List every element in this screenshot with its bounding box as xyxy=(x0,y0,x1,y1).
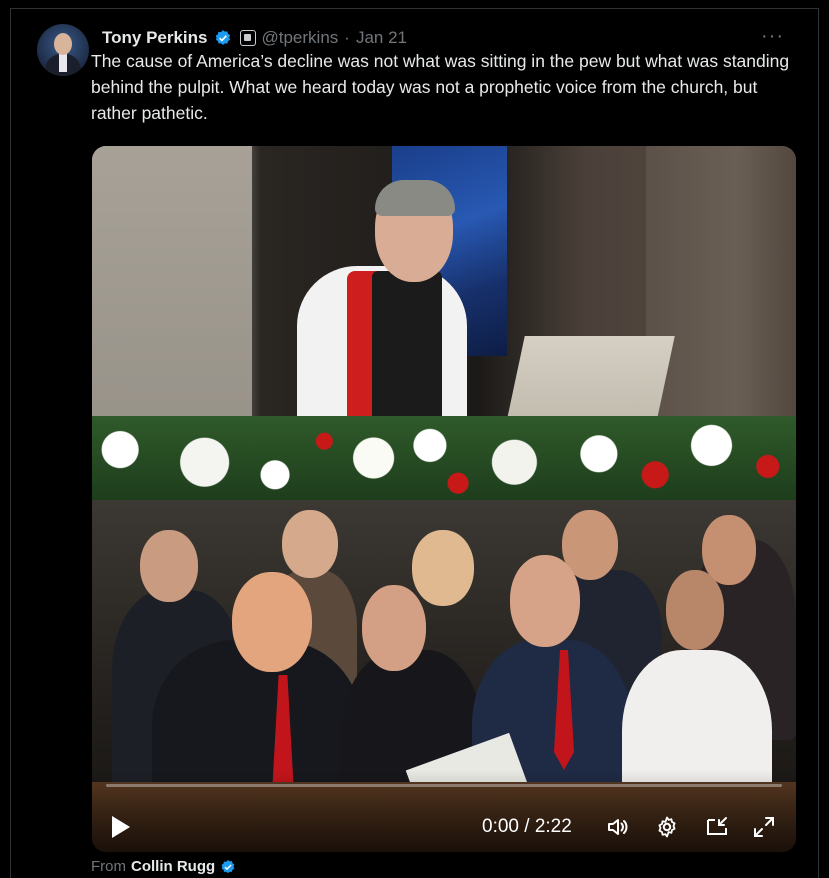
verified-badge-icon xyxy=(215,30,230,45)
avatar[interactable] xyxy=(37,24,89,76)
progress-bar[interactable] xyxy=(106,784,782,787)
video-player[interactable]: 0:00 / 2:22 xyxy=(92,146,796,852)
attendee-head xyxy=(362,585,426,671)
source-prefix: From xyxy=(91,858,126,875)
time-display: 0:00 / 2:22 xyxy=(482,816,572,837)
more-options-button[interactable]: ··· xyxy=(761,25,784,48)
verified-badge-icon xyxy=(221,859,235,873)
source-author[interactable]: Collin Rugg xyxy=(131,858,215,875)
video-controls: 0:00 / 2:22 xyxy=(92,770,796,852)
video-frame-top xyxy=(92,146,796,500)
vance-head xyxy=(510,555,580,647)
picture-in-picture-icon[interactable] xyxy=(705,815,729,839)
attendee-head xyxy=(666,570,724,650)
tweet-header: Tony Perkins @tperkins · Jan 21 xyxy=(102,26,407,50)
tweet-text: The cause of America’s decline was not w… xyxy=(91,51,790,123)
affiliate-badge-icon xyxy=(239,30,256,46)
author-name[interactable]: Tony Perkins xyxy=(102,28,208,48)
volume-icon[interactable] xyxy=(606,815,630,839)
attendee-head xyxy=(412,530,474,606)
play-icon[interactable] xyxy=(110,814,132,840)
attendee-head xyxy=(282,510,338,578)
avatar-shirt xyxy=(59,54,67,72)
attendee-head xyxy=(140,530,198,602)
author-handle[interactable]: @tperkins xyxy=(262,28,339,48)
gear-icon[interactable] xyxy=(655,815,679,839)
flower-arrangement xyxy=(92,416,796,500)
separator: · xyxy=(344,28,350,47)
speaker-hair xyxy=(375,180,455,216)
video-source: From Collin Rugg xyxy=(91,858,236,875)
fullscreen-icon[interactable] xyxy=(752,815,776,839)
avatar-face xyxy=(54,33,72,55)
tweet-date[interactable]: Jan 21 xyxy=(356,28,407,48)
trump-head xyxy=(232,572,312,672)
